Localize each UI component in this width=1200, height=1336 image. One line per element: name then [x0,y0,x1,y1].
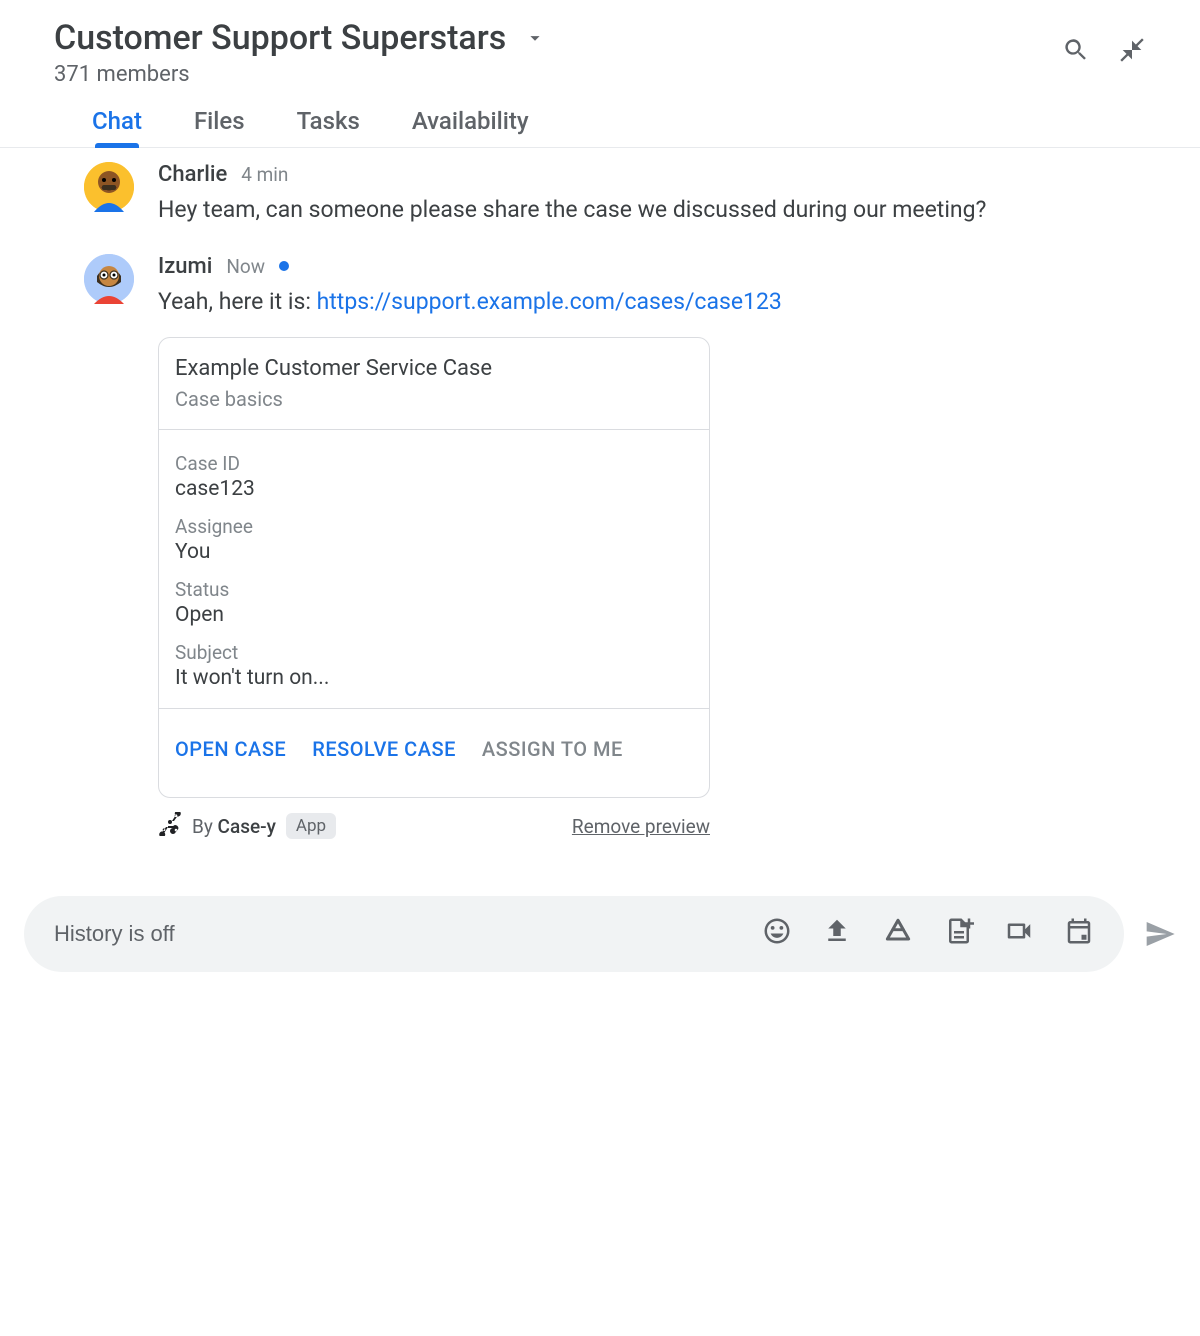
message-text: Yeah, here it is: https://support.exampl… [158,285,1146,320]
resolve-case-button[interactable]: RESOLVE CASE [312,737,456,761]
field-value: case123 [175,477,693,501]
card-field: Case ID case123 [175,452,693,501]
case-preview-card: Example Customer Service Case Case basic… [158,337,710,798]
message-timestamp: Now [226,255,265,278]
card-subtitle: Case basics [175,387,693,411]
field-value: Open [175,603,693,627]
search-icon[interactable] [1062,36,1090,68]
field-value: You [175,540,693,564]
field-label: Assignee [175,515,693,538]
card-field: Subject It won't turn on... [175,641,693,690]
message-text: Hey team, can someone please share the c… [158,193,1146,228]
tab-files[interactable]: Files [194,107,245,147]
room-title[interactable]: Customer Support Superstars [54,18,506,58]
message-timestamp: 4 min [241,163,288,186]
message: Charlie 4 min Hey team, can someone plea… [84,162,1146,228]
message-text-prefix: Yeah, here it is: [158,288,317,315]
card-source: By Case-y [192,815,276,838]
open-case-button[interactable]: OPEN CASE [175,737,286,761]
chat-header: Customer Support Superstars 371 members [0,0,1200,87]
card-title: Example Customer Service Case [175,356,693,381]
message-list: Charlie 4 min Hey team, can someone plea… [0,148,1200,840]
message-author: Izumi [158,254,212,279]
calendar-icon[interactable] [1064,916,1094,952]
tab-availability[interactable]: Availability [412,107,529,147]
avatar[interactable] [84,254,134,304]
assign-to-me-button[interactable]: ASSIGN TO ME [482,737,623,761]
video-icon[interactable] [1004,916,1034,952]
chevron-down-icon[interactable] [524,27,546,49]
member-count: 371 members [54,62,1062,87]
tab-bar: Chat Files Tasks Availability [0,87,1200,148]
message-input[interactable] [54,921,762,947]
message: Izumi Now Yeah, here it is: https://supp… [84,254,1146,841]
collapse-icon[interactable] [1118,36,1146,68]
avatar[interactable] [84,162,134,212]
message-author: Charlie [158,162,227,187]
field-value: It won't turn on... [175,666,693,690]
card-field: Status Open [175,578,693,627]
online-indicator-icon [279,261,289,271]
remove-preview-button[interactable]: Remove preview [572,815,710,838]
drive-icon[interactable] [882,915,914,953]
case-link[interactable]: https://support.example.com/cases/case12… [317,288,782,315]
card-field: Assignee You [175,515,693,564]
field-label: Subject [175,641,693,664]
card-meta: By Case-y App Remove preview [158,812,710,840]
field-label: Status [175,578,693,601]
webhook-icon [158,812,182,840]
emoji-icon[interactable] [762,916,792,952]
tab-tasks[interactable]: Tasks [297,107,360,147]
send-icon[interactable] [1144,918,1176,950]
tab-chat[interactable]: Chat [92,107,142,147]
message-composer[interactable] [24,896,1124,972]
field-label: Case ID [175,452,693,475]
upload-icon[interactable] [822,916,852,952]
app-badge: App [286,813,336,839]
create-doc-icon[interactable] [944,916,974,952]
